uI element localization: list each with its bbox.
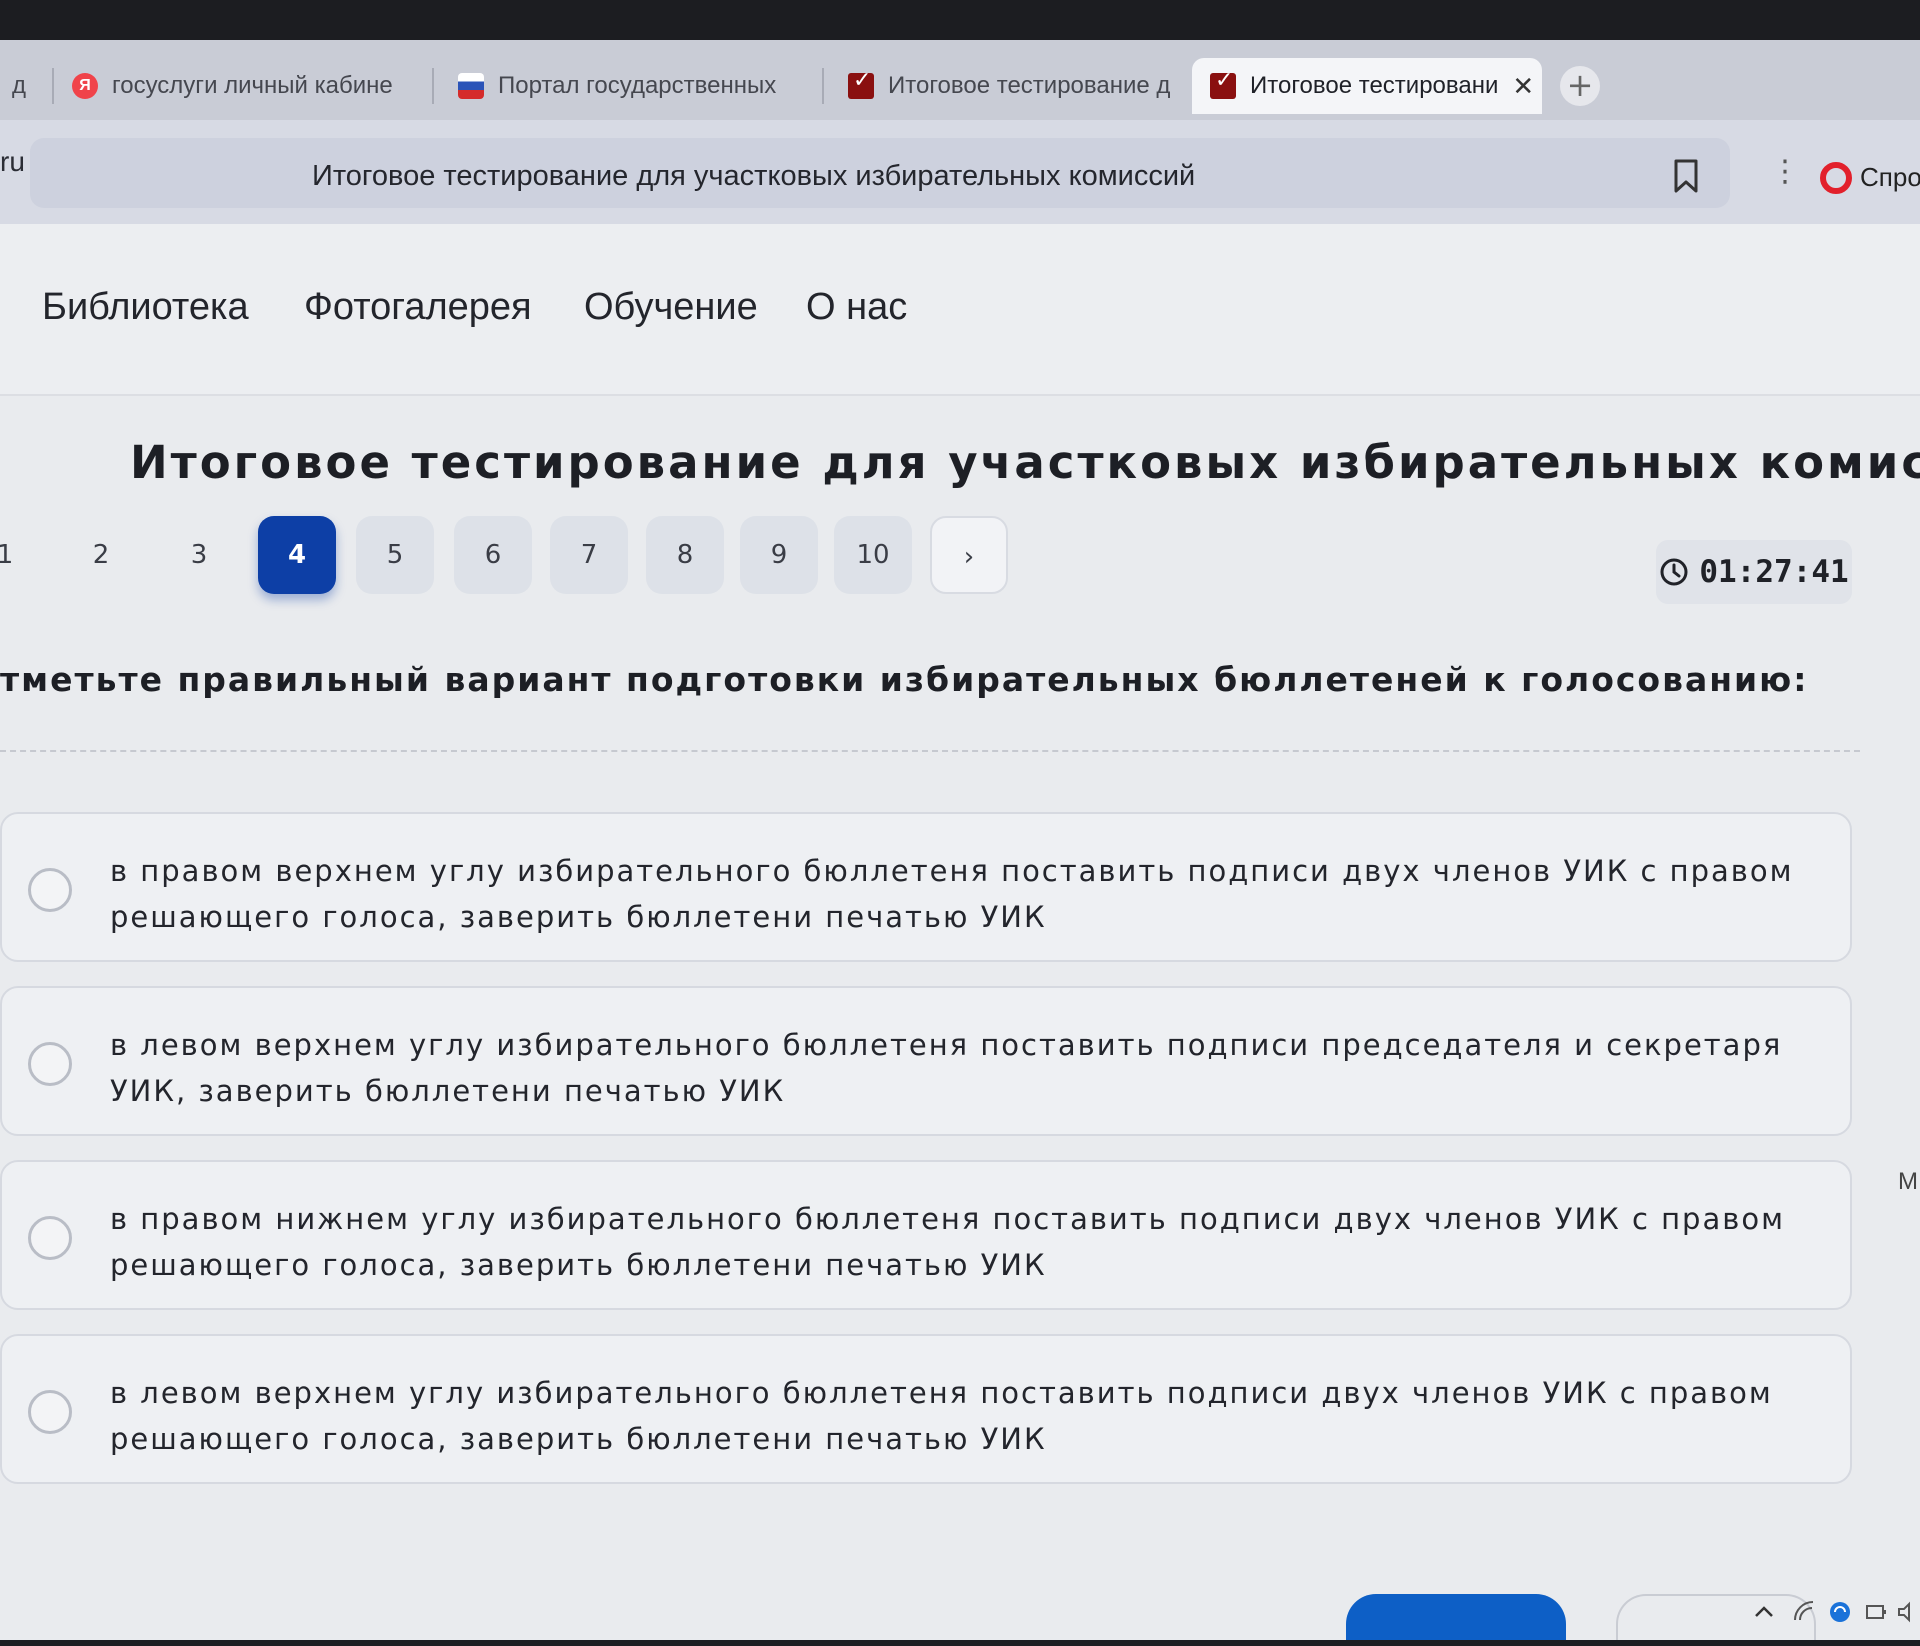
timer-value: 01:27:41 [1699,554,1849,590]
nav-training[interactable]: Обучение [584,286,758,329]
question-button-3[interactable]: 3 [160,516,238,594]
nav-photogallery[interactable]: Фотогалерея [304,286,532,329]
tab-label: госуслуги личный кабине [112,72,393,99]
radio-button[interactable] [28,1390,72,1434]
tab-strip: д Я госуслуги личный кабине Портал госуд… [0,40,1920,120]
answer-option-2[interactable]: в левом верхнем углу избирательного бюлл… [0,986,1852,1136]
site-nav: Библиотека Фотогалерея Обучение О нас [0,224,1920,396]
answer-option-4[interactable]: в левом верхнем углу избирательного бюлл… [0,1334,1852,1484]
answer-text: в правом нижнем углу избирательного бюлл… [110,1202,1785,1282]
question-button-4[interactable]: 4 [258,516,336,594]
next-question-button[interactable]: › [930,516,1008,594]
more-icon[interactable]: ⋮ [1770,154,1800,189]
address-bar: ru Итоговое тестирование для участковых … [0,120,1920,224]
close-icon[interactable]: ✕ [1512,71,1534,102]
tab-test-1[interactable]: Итоговое тестирование д [830,58,1190,114]
clock-icon [1660,558,1688,586]
radio-button[interactable] [28,868,72,912]
yandex-icon: Я [72,73,98,99]
new-tab-button[interactable]: + [1560,66,1600,106]
speaker-icon[interactable] [1896,1600,1920,1624]
tab-label: Портал государственных [498,72,777,99]
battery-icon[interactable] [1864,1600,1888,1624]
answer-option-1[interactable]: в правом верхнем углу избирательного бюл… [0,812,1852,962]
tab-test-active[interactable]: Итоговое тестировани ✕ [1192,58,1542,114]
question-button-10[interactable]: 10 [834,516,912,594]
question-button-8[interactable]: 8 [646,516,724,594]
tab-label: д [12,72,27,99]
tab-portal[interactable]: Портал государственных [440,58,824,114]
radio-button[interactable] [28,1216,72,1260]
question-button-5[interactable]: 5 [356,516,434,594]
browser-window: д Я госуслуги личный кабине Портал госуд… [0,40,1920,1640]
nav-library[interactable]: Библиотека [42,286,249,329]
tab-label: Итоговое тестировани [1250,72,1499,99]
alice-icon[interactable] [1820,162,1852,194]
answer-option-3[interactable]: в правом нижнем углу избирательного бюлл… [0,1160,1852,1310]
answer-text: в правом верхнем углу избирательного бюл… [110,854,1794,934]
tab-0[interactable]: д [0,58,54,114]
question-button-1[interactable]: 1 [0,516,44,594]
side-fragment: М [1898,1168,1918,1195]
ask-button[interactable]: Спрос [1860,162,1920,193]
tab-gosuslugi[interactable]: Я госуслуги личный кабине [54,58,434,114]
checkbox-icon [848,67,874,99]
checkbox-icon [1210,67,1236,99]
nav-about[interactable]: О нас [806,286,907,329]
answer-text: в левом верхнем углу избирательного бюлл… [110,1376,1773,1456]
answer-text: в левом верхнем углу избирательного бюлл… [110,1028,1783,1108]
chevron-up-icon[interactable] [1752,1600,1776,1624]
page-title-in-omnibox[interactable]: Итоговое тестирование для участковых изб… [312,160,1195,193]
sync-icon[interactable] [1828,1600,1852,1624]
secondary-button[interactable] [1616,1594,1816,1640]
submit-button[interactable] [1346,1594,1566,1640]
radio-button[interactable] [28,1042,72,1086]
question-button-9[interactable]: 9 [740,516,818,594]
divider [0,750,1860,752]
question-text: тметьте правильный вариант подготовки из… [0,660,1809,699]
tab-label: Итоговое тестирование д [888,72,1171,99]
timer: 01:27:41 [1656,540,1852,604]
bookmark-icon[interactable] [1672,158,1700,194]
question-button-6[interactable]: 6 [454,516,532,594]
question-button-7[interactable]: 7 [550,516,628,594]
page-title: Итоговое тестирование для участковых изб… [130,436,1920,489]
wifi-icon[interactable] [1792,1600,1816,1624]
russia-flag-icon [458,73,484,99]
url-fragment: ru [0,146,25,177]
question-button-2[interactable]: 2 [62,516,140,594]
question-pagination: 1 2 3 4 5 6 7 8 9 10 › [0,516,1100,596]
